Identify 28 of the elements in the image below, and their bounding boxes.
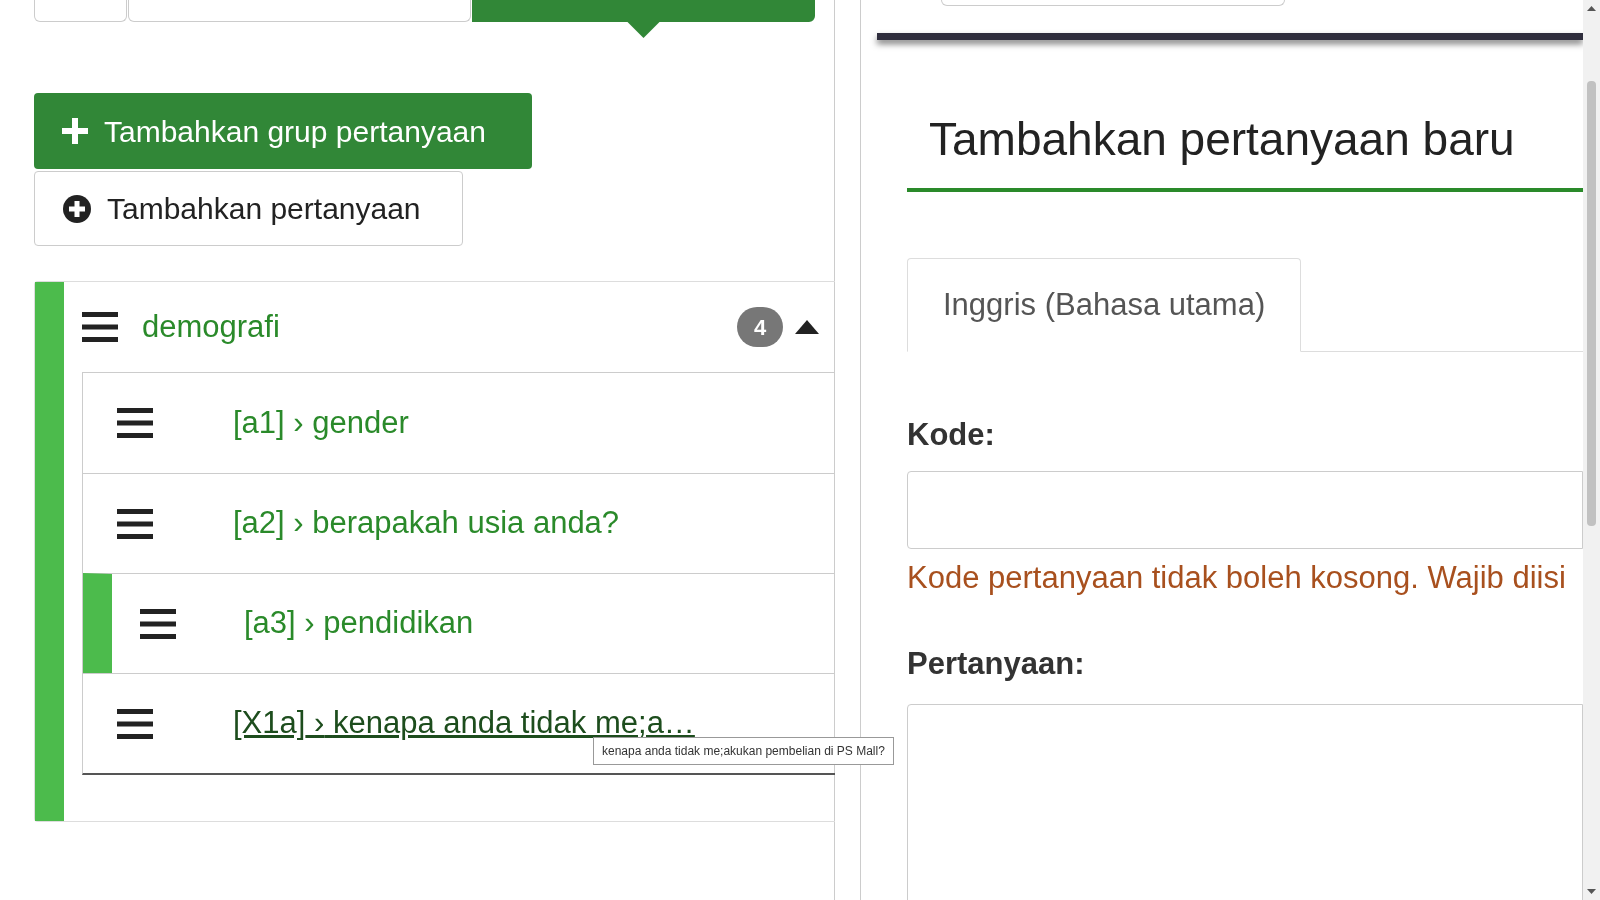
field-label: Pertanyaan: [907,645,1086,683]
error-message: Kode pertanyaan tidak boleh kosong. Wajib diisi [907,558,1567,597]
drag-handle-icon[interactable] [117,708,153,739]
question-title[interactable]: [a3] › pendidikan [244,600,474,647]
field-label: Kode: [907,416,996,454]
plus-circle-icon [63,194,91,223]
group-title[interactable]: demografi [142,303,280,351]
tooltip: kenapa anda tidak me;akukan pembelian di PS Mall? [593,737,894,765]
scroll-up-icon[interactable] [1587,6,1596,11]
question-title[interactable]: [a2] › berapakah usia anda? [233,500,620,547]
drag-handle-icon[interactable] [117,408,153,438]
caret-up-icon[interactable] [795,320,819,334]
add-group-button[interactable]: Tambahkan grup pertanyaan [34,93,532,169]
code-input[interactable] [907,470,1583,549]
drag-handle-icon[interactable] [117,508,153,539]
question-row[interactable]: [a2] › berapakah usia anda? [83,473,835,573]
plus-icon [62,118,88,144]
drag-handle-icon[interactable] [82,312,118,342]
add-question-button[interactable]: Tambahkan pertanyaan [34,171,463,246]
question-row[interactable]: [a1] › gender [83,373,835,473]
scrollbar[interactable] [1583,0,1600,900]
drag-handle-icon[interactable] [140,608,176,639]
tab[interactable] [472,0,815,38]
scroll-down-icon[interactable] [1587,889,1596,894]
question-title[interactable]: [a1] › gender [233,399,409,447]
language-tab[interactable]: Inggris (Bahasa utama) [907,258,1302,352]
question-row[interactable]: [a3] › pendidikan [83,573,835,673]
count-badge: 4 [737,307,783,347]
